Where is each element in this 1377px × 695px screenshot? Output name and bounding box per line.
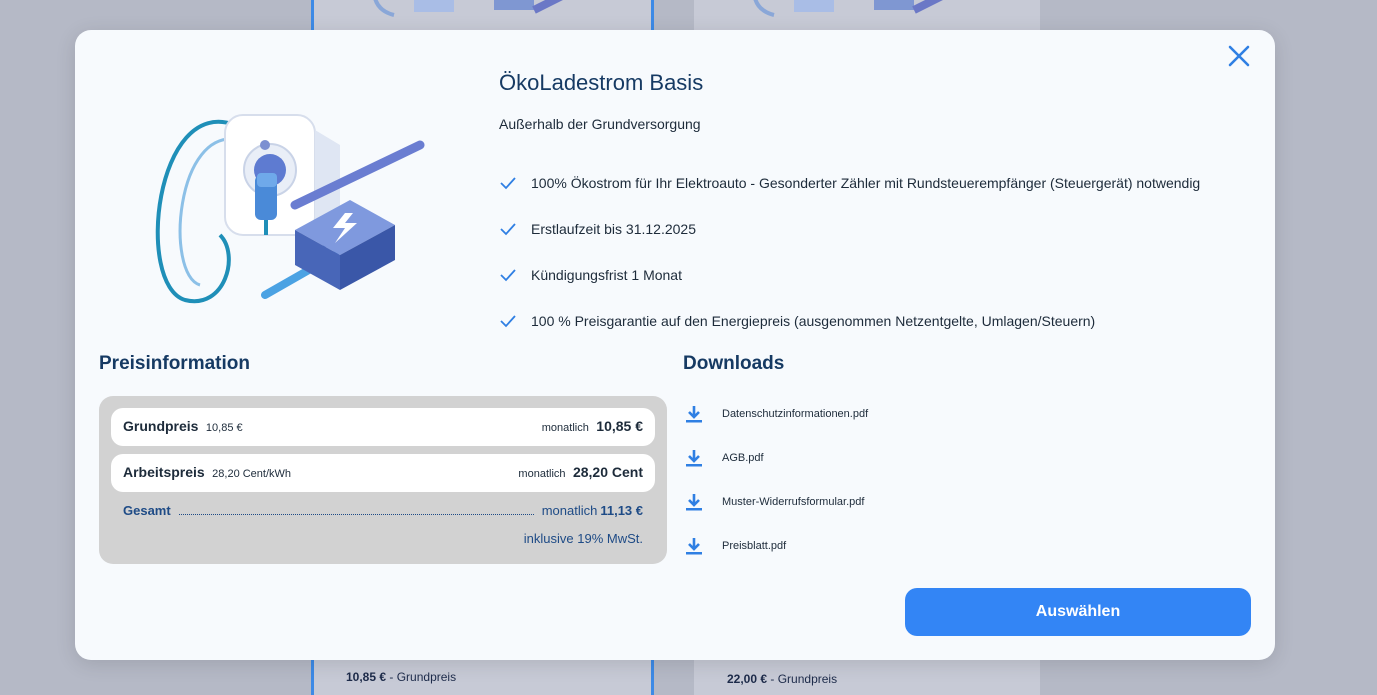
background-card-illustration: [753, 0, 943, 17]
background-card-price: 10,85 € - Grundpreis: [346, 670, 457, 684]
check-icon: [500, 177, 516, 190]
feature-item: 100 % Preisgarantie auf den Energiepreis…: [499, 298, 1200, 344]
download-filename: Datenschutzinformationen.pdf: [722, 408, 869, 420]
close-button[interactable]: [1227, 44, 1251, 68]
price-row-grundpreis: Grundpreis 10,85 € monatlich 10,85 €: [111, 408, 655, 446]
tariff-detail-modal: ÖkoLadestrom Basis Außerhalb der Grundve…: [75, 30, 1275, 660]
downloads-title: Downloads: [683, 353, 785, 374]
download-filename: Muster-Widerrufsformular.pdf: [722, 496, 865, 508]
price-row-period: monatlich: [541, 422, 589, 434]
feature-text: Kündigungsfrist 1 Monat: [531, 267, 682, 283]
download-link[interactable]: Muster-Widerrufsformular.pdf: [683, 480, 868, 524]
dotted-leader: [178, 505, 534, 515]
total-label: Gesamt: [123, 502, 171, 518]
price-row-period: monatlich: [518, 468, 566, 480]
ev-charging-plug-illustration: [155, 114, 425, 304]
download-filename: AGB.pdf: [722, 452, 764, 464]
download-icon: [686, 538, 702, 555]
feature-item: Kündigungsfrist 1 Monat: [499, 252, 1200, 298]
download-list: Datenschutzinformationen.pdf AGB.pdf Mus…: [683, 392, 868, 568]
feature-text: 100 % Preisgarantie auf den Energiepreis…: [531, 313, 1096, 329]
feature-text: Erstlaufzeit bis 31.12.2025: [531, 221, 696, 237]
check-icon: [500, 223, 516, 236]
background-card-illustration: [373, 0, 563, 17]
price-row-value: 28,20 Cent: [572, 464, 643, 480]
total-period: monatlich: [541, 502, 598, 518]
download-link[interactable]: AGB.pdf: [683, 436, 868, 480]
download-filename: Preisblatt.pdf: [722, 540, 787, 552]
feature-item: Erstlaufzeit bis 31.12.2025: [499, 206, 1200, 252]
download-icon: [686, 406, 702, 423]
price-info-title: Preisinformation: [99, 353, 250, 374]
download-link[interactable]: Datenschutzinformationen.pdf: [683, 392, 868, 436]
price-row-label: Grundpreis: [123, 418, 199, 434]
price-total-row: Gesamt monatlich 11,13 €: [123, 500, 643, 520]
background-card-price: 22,00 € - Grundpreis: [727, 672, 838, 686]
check-icon: [500, 315, 516, 328]
price-row-arbeitspreis: Arbeitspreis 28,20 Cent/kWh monatlich 28…: [111, 454, 655, 492]
close-icon: [1228, 45, 1250, 67]
vat-note: inklusive 19% MwSt.: [523, 531, 643, 546]
price-row-label: Arbeitspreis: [123, 464, 205, 480]
download-icon: [686, 494, 702, 511]
price-row-detail: 28,20 Cent/kWh: [212, 468, 292, 480]
feature-list: 100% Ökostrom für Ihr Elektroauto - Geso…: [499, 160, 1200, 344]
price-row-detail: 10,85 €: [205, 422, 243, 434]
select-tariff-button[interactable]: Auswählen: [905, 588, 1251, 636]
price-row-value: 10,85 €: [596, 418, 643, 434]
total-value: 11,13 €: [600, 502, 643, 518]
feature-text: 100% Ökostrom für Ihr Elektroauto - Geso…: [531, 175, 1201, 191]
tariff-title: ÖkoLadestrom Basis: [499, 70, 704, 95]
feature-item: 100% Ökostrom für Ihr Elektroauto - Geso…: [499, 160, 1200, 206]
download-icon: [686, 450, 702, 467]
check-icon: [500, 269, 516, 282]
download-link[interactable]: Preisblatt.pdf: [683, 524, 868, 568]
tariff-subtitle: Außerhalb der Grundversorgung: [499, 116, 701, 132]
price-info-box: Grundpreis 10,85 € monatlich 10,85 € Arb…: [99, 396, 667, 564]
